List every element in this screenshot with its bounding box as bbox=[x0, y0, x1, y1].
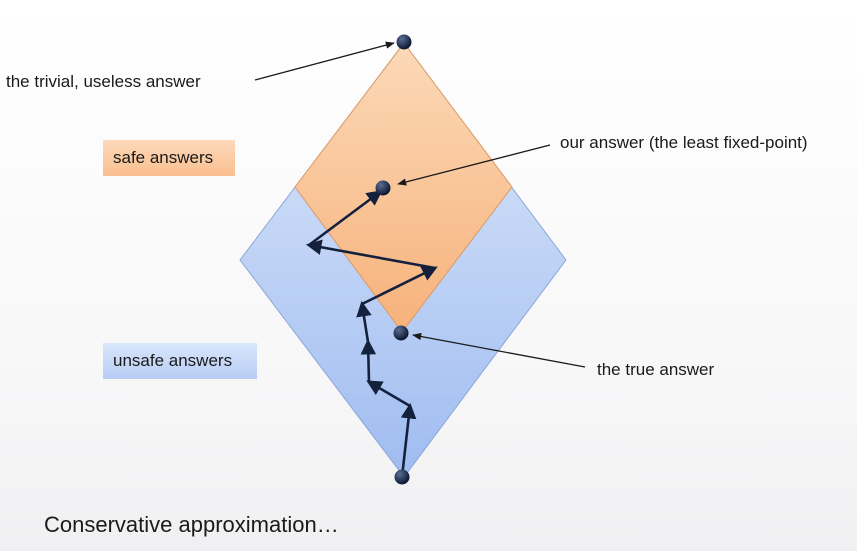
label-true-answer: the true answer bbox=[597, 360, 715, 379]
label-our-answer: our answer (the least fixed-point) bbox=[560, 133, 808, 152]
iteration-step bbox=[360, 338, 377, 383]
least-fixed-point-dot bbox=[375, 180, 391, 196]
safe-answers-legend: safe answers bbox=[103, 140, 235, 176]
bottom-element-dot bbox=[394, 469, 410, 485]
pointer-trivial bbox=[254, 41, 395, 81]
slide-caption: Conservative approximation… bbox=[44, 512, 339, 537]
top-element-dot bbox=[396, 34, 412, 50]
true-answer-dot bbox=[393, 325, 409, 341]
unsafe-answers-legend: unsafe answers bbox=[103, 343, 257, 379]
label-trivial-answer: the trivial, useless answer bbox=[6, 72, 201, 91]
